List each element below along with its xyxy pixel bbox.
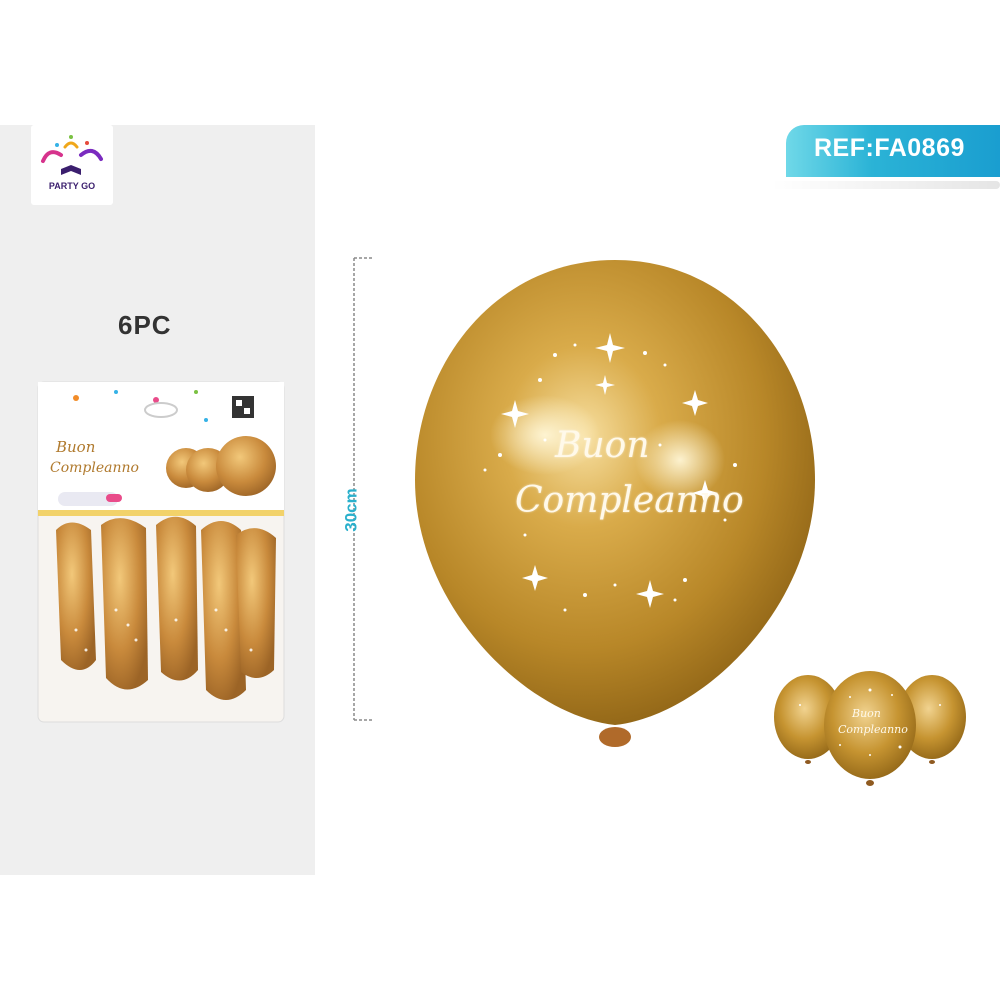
balloon-trio-image: Buon Compleanno (774, 671, 966, 786)
quantity-label: 6PC (118, 310, 172, 340)
package-print-line1: Buon (55, 438, 95, 456)
balloon-print-line2: Compleanno (515, 480, 744, 521)
size-label: 30cm (341, 488, 361, 532)
trio-print-line1: Buon (851, 707, 881, 720)
balloon-trio: Buon Compleanno (770, 665, 970, 795)
product-package: Buon Compleanno (36, 380, 286, 725)
trio-print-line2: Compleanno (838, 723, 908, 736)
package-image: Buon Compleanno (37, 381, 285, 723)
brand-logo: PARTY GO (31, 125, 113, 205)
main-balloon: Buon Compleanno (405, 255, 825, 755)
ref-badge-shadow (770, 181, 1000, 189)
ref-code: REF:FA0869 (814, 134, 965, 162)
package-print-line2: Compleanno (50, 460, 139, 476)
balloon-print-line1: Buon (555, 425, 650, 466)
brand-name: PARTY GO (48, 181, 96, 191)
logo-icon (41, 135, 103, 175)
